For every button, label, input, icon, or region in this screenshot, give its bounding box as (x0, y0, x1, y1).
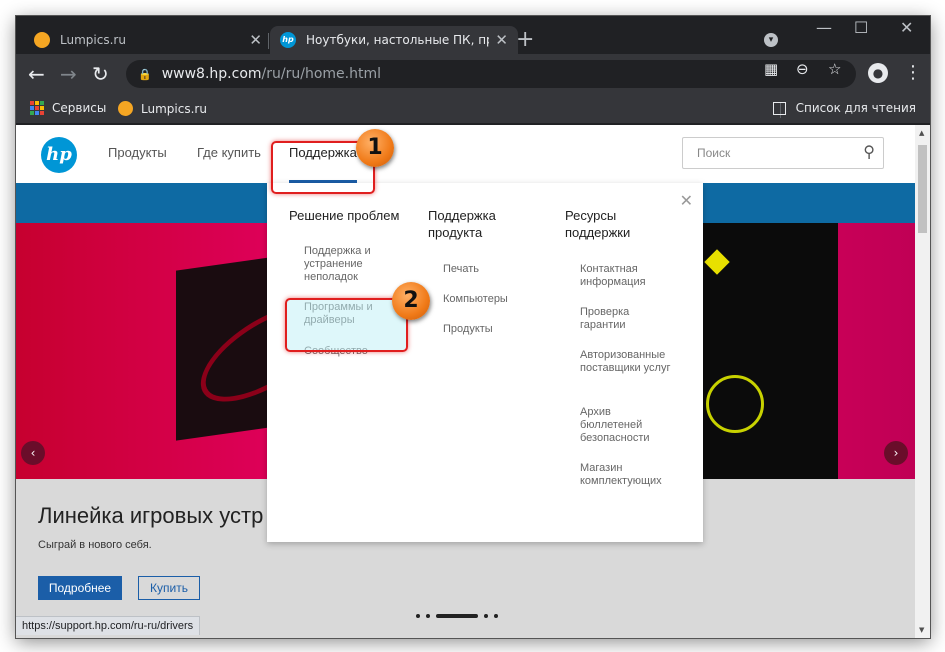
reading-list-icon (772, 101, 786, 115)
column-heading: Поддержка продукта (428, 208, 496, 240)
zoom-icon[interactable]: ⊖ (796, 60, 809, 78)
search-input[interactable]: Поиск ⚲ (682, 137, 884, 169)
carousel-dots[interactable] (416, 614, 498, 618)
close-tab-icon[interactable]: ✕ (249, 31, 262, 49)
dropdown-column-support-resources: Ресурсы поддержки (565, 207, 655, 241)
chrome-menu-icon[interactable]: ⋮ (904, 62, 922, 83)
nav-products[interactable]: Продукты (108, 145, 167, 160)
scroll-up-icon[interactable]: ▲ (919, 129, 924, 137)
lumpics-favicon-icon (118, 101, 133, 116)
address-bar[interactable]: 🔒 www8.hp.com/ru/ru/home.html (126, 60, 856, 88)
nav-where-to-buy[interactable]: Где купить (197, 145, 261, 160)
reading-list-button[interactable]: Список для чтения (772, 101, 916, 115)
close-tab-icon[interactable]: ✕ (495, 31, 508, 49)
menu-item-security-bulletins[interactable]: Архив бюллетеней безопасности (580, 406, 660, 445)
ring-light-icon (706, 375, 764, 433)
bookmark-label: Сервисы (52, 101, 107, 115)
carousel-next-icon[interactable]: › (884, 441, 908, 465)
search-placeholder: Поиск (697, 146, 731, 160)
callout-badge-1: 1 (356, 129, 394, 167)
apps-grid-icon (30, 101, 44, 115)
bookmark-star-icon[interactable]: ☆ (828, 60, 841, 78)
lock-icon[interactable]: 🔒 (138, 68, 152, 81)
dropdown-column-troubleshooting: Решение проблем (289, 207, 399, 224)
diamond-logo-icon (704, 249, 730, 275)
maximize-icon[interactable]: ☐ (854, 18, 868, 37)
tab-hp[interactable]: hp Ноутбуки, настольные ПК, при ✕ (270, 26, 518, 54)
bookmark-services[interactable]: Сервисы (30, 101, 106, 115)
lumpics-favicon-icon (34, 32, 50, 48)
hero-subtitle: Сыграй в нового себя. (38, 539, 152, 551)
desktop-tower-image (688, 223, 838, 479)
menu-item-computers[interactable]: Компьютеры (443, 293, 508, 306)
tab-lumpics[interactable]: Lumpics.ru ✕ (24, 26, 272, 54)
page-scrollbar[interactable]: ▲ ▼ (915, 125, 930, 638)
url-path: /ru/ru/home.html (261, 66, 381, 82)
menu-item-warranty-check[interactable]: Проверка гарантии (580, 306, 650, 332)
hp-header: hp Продукты Где купить Поддержка Поиск ⚲ (16, 125, 915, 183)
tab-divider (268, 33, 269, 49)
hp-logo[interactable]: hp (41, 137, 77, 173)
reload-icon[interactable]: ↻ (92, 62, 109, 86)
menu-item-products[interactable]: Продукты (443, 323, 493, 336)
tab-search-icon[interactable]: ▾ (764, 33, 778, 47)
bookmark-lumpics[interactable]: Lumpics.ru (118, 101, 207, 116)
search-icon[interactable]: ⚲ (863, 142, 875, 162)
carousel-dot-active[interactable] (436, 614, 478, 618)
scroll-down-icon[interactable]: ▼ (919, 626, 924, 634)
forward-icon[interactable]: → (60, 62, 77, 86)
bookmark-label: Lumpics.ru (141, 101, 207, 116)
status-bar-url: https://support.hp.com/ru-ru/drivers (16, 616, 201, 635)
menu-item-contact-info[interactable]: Контактная информация (580, 263, 676, 289)
page-viewport: hp Продукты Где купить Поддержка Поиск ⚲… (16, 125, 915, 638)
window-close-icon[interactable]: ✕ (900, 18, 913, 37)
highlight-drivers-item (285, 298, 408, 352)
tab-title: Lumpics.ru (60, 33, 126, 47)
buy-button[interactable]: Купить (138, 576, 200, 600)
column-heading: Решение проблем (289, 208, 400, 223)
dropdown-column-product-support: Поддержка продукта (428, 207, 528, 241)
profile-avatar-icon[interactable]: ● (868, 63, 888, 83)
url-host: www8.hp.com (161, 66, 262, 82)
carousel-dot[interactable] (484, 614, 488, 618)
menu-item-parts-store[interactable]: Магазин комплектующих (580, 462, 676, 488)
carousel-prev-icon[interactable]: ‹ (21, 441, 45, 465)
toolbar: ← → ↻ 🔒 www8.hp.com/ru/ru/home.html ▦ ⊖ … (16, 54, 930, 94)
callout-badge-2: 2 (392, 282, 430, 320)
hp-favicon-icon: hp (280, 32, 296, 48)
support-dropdown-menu: ✕ Решение проблем Поддержка и устранение… (267, 183, 703, 542)
menu-item-support-troubleshooting[interactable]: Поддержка и устранение неполадок (304, 245, 394, 284)
minimize-icon[interactable]: — (816, 18, 832, 37)
scrollbar-thumb[interactable] (918, 145, 927, 233)
bookmarks-bar: Сервисы Lumpics.ru Список для чтения (16, 94, 930, 124)
close-icon[interactable]: ✕ (680, 191, 693, 211)
qr-code-icon[interactable]: ▦ (764, 60, 778, 78)
more-button[interactable]: Подробнее (38, 576, 122, 600)
new-tab-icon[interactable]: + (516, 26, 534, 54)
carousel-dot[interactable] (494, 614, 498, 618)
back-icon[interactable]: ← (28, 62, 45, 86)
carousel-dot[interactable] (416, 614, 420, 618)
browser-window: Lumpics.ru ✕ hp Ноутбуки, настольные ПК,… (16, 16, 930, 638)
carousel-dot[interactable] (426, 614, 430, 618)
menu-item-authorized-providers[interactable]: Авторизованные поставщики услуг (580, 349, 676, 375)
tab-title: Ноутбуки, настольные ПК, при (306, 33, 490, 47)
menu-item-printing[interactable]: Печать (443, 263, 479, 276)
column-heading: Ресурсы поддержки (565, 208, 631, 240)
hero-title: Линейка игровых устр (38, 503, 264, 528)
reading-list-label: Список для чтения (795, 101, 916, 115)
